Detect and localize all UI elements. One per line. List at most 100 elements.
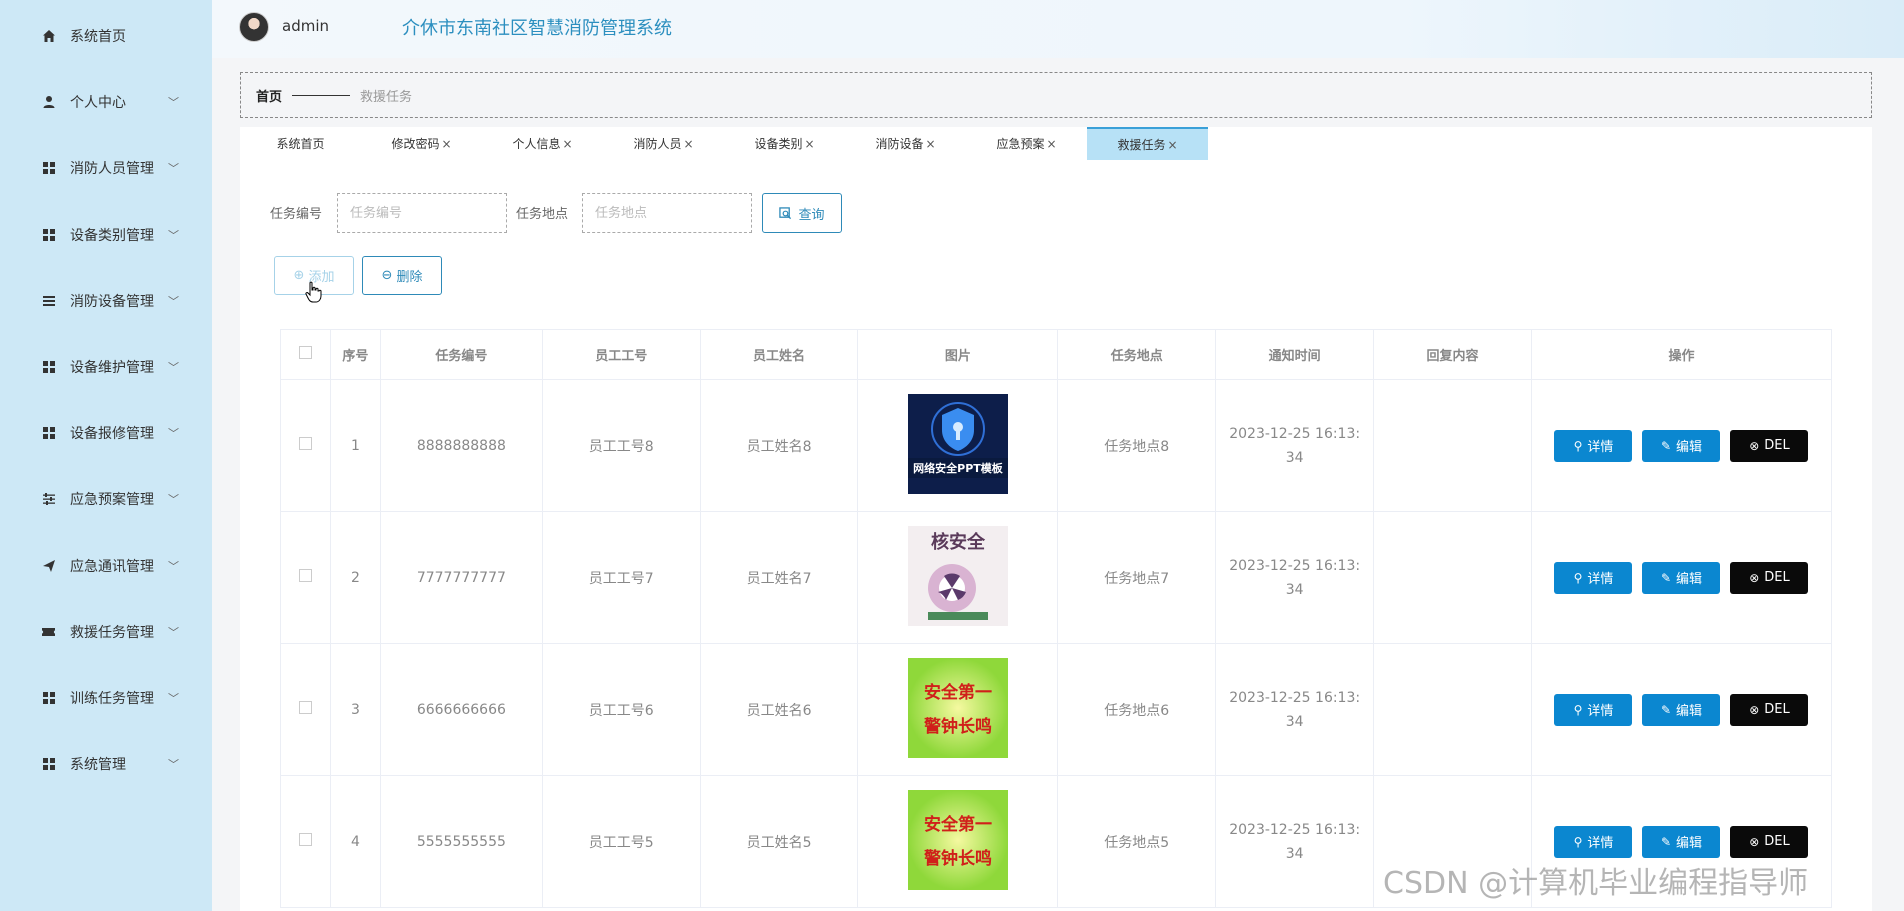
avatar[interactable]: [239, 12, 269, 42]
grid-icon: [41, 757, 56, 772]
sidebar-item-device-category[interactable]: 设备类别管理 ﹀: [0, 215, 212, 255]
search-icon: ⚲: [1573, 570, 1583, 585]
image-cell: 网络安全PPT模板: [857, 379, 1059, 512]
emp-name-cell: 员工姓名5: [699, 775, 859, 908]
tab-label: 修改密码: [391, 137, 440, 151]
tab-4[interactable]: 设备类别 ×: [724, 127, 845, 160]
sidebar-item-emergency-comm[interactable]: 应急通讯管理 ﹀: [0, 546, 212, 586]
delete-row-button[interactable]: ⊗ DEL: [1730, 429, 1809, 462]
plus-circle-icon: ⊕: [293, 268, 305, 283]
sidebar-item-emergency-plan[interactable]: 应急预案管理 ﹀: [0, 479, 212, 519]
table-row[interactable]: 1 8888888888 员工工号8 员工姓名8 网络安全PPT模板 任务地点8 2023-…: [280, 379, 1833, 512]
task-image[interactable]: 安全第一 警钟长鸣: [907, 789, 1008, 890]
detail-button-label: 详情: [1587, 572, 1614, 587]
detail-button[interactable]: ⚲ 详情: [1554, 561, 1633, 594]
grid-icon: [41, 691, 56, 706]
query-button[interactable]: 查询: [762, 193, 842, 233]
emp-no-cell: 员工工号5: [541, 775, 701, 908]
tab-1[interactable]: 修改密码 ×: [361, 127, 482, 160]
close-icon[interactable]: ×: [683, 137, 693, 151]
breadcrumb: 首页 救援任务: [240, 72, 1872, 118]
delete-button[interactable]: ⊖ 删除: [362, 256, 442, 295]
sidebar-item-label: 消防人员管理: [70, 161, 154, 178]
delete-row-button[interactable]: ⊗ DEL: [1730, 825, 1809, 858]
emp-name-cell: 员工姓名8: [699, 379, 859, 512]
close-icon[interactable]: ×: [1167, 138, 1177, 152]
delete-row-button[interactable]: ⊗ DEL: [1730, 693, 1809, 726]
task-no-input[interactable]: [337, 193, 507, 233]
tab-0[interactable]: 系统首页: [240, 127, 361, 160]
task-image[interactable]: 网络安全PPT模板: [907, 393, 1008, 494]
close-icon[interactable]: ×: [804, 137, 814, 151]
table-row[interactable]: 3 6666666666 员工工号6 员工姓名6 安全第一 警钟长鸣 任务地点6 2023-1…: [280, 643, 1833, 776]
column-header: 操作: [1530, 329, 1833, 380]
breadcrumb-home[interactable]: 首页: [256, 86, 282, 105]
task-no-cell: 8888888888: [379, 379, 543, 512]
system-title: 介休市东南社区智慧消防管理系统: [402, 18, 672, 39]
time-cell: 2023-12-25 16:13:34: [1215, 511, 1375, 644]
sidebar-item-label: 设备报修管理: [70, 426, 154, 443]
task-image[interactable]: 安全第一 警钟长鸣: [907, 657, 1008, 758]
time-cell: 2023-12-25 16:13:34: [1215, 643, 1375, 776]
row-checkbox[interactable]: [298, 833, 312, 846]
sidebar-item-fire-staff[interactable]: 消防人员管理 ﹀: [0, 148, 212, 188]
delete-row-button-label: DEL: [1764, 438, 1790, 453]
svg-text:网络安全PPT模板: 网络安全PPT模板: [913, 461, 1004, 475]
circle-x-icon: ⊗: [1749, 834, 1760, 849]
delete-row-button[interactable]: ⊗ DEL: [1730, 561, 1809, 594]
close-icon[interactable]: ×: [1046, 137, 1056, 151]
chevron-down-icon: ﹀: [168, 96, 179, 110]
detail-button[interactable]: ⚲ 详情: [1554, 825, 1633, 858]
tab-bar: 系统首页 修改密码 × 个人信息 × 消防人员 × 设备类别 × 消防设备 × 应急预案 × 救援任务 ×: [240, 127, 1208, 160]
username[interactable]: admin: [282, 17, 329, 35]
svg-text:安全第一: 安全第一: [924, 814, 992, 835]
edit-button[interactable]: ✎ 编辑: [1642, 561, 1721, 594]
detail-button[interactable]: ⚲ 详情: [1554, 429, 1633, 462]
tab-7[interactable]: 救援任务 ×: [1087, 127, 1208, 160]
chevron-down-icon: ﹀: [168, 559, 179, 573]
close-icon[interactable]: ×: [562, 137, 572, 151]
edit-button[interactable]: ✎ 编辑: [1642, 429, 1721, 462]
ticket-icon: [41, 624, 56, 639]
edit-button-label: 编辑: [1676, 572, 1703, 587]
tab-5[interactable]: 消防设备 ×: [845, 127, 966, 160]
edit-icon: ✎: [1660, 702, 1671, 717]
tab-3[interactable]: 消防人员 ×: [603, 127, 724, 160]
sidebar-item-device-maintenance[interactable]: 设备维护管理 ﹀: [0, 347, 212, 387]
table-header-row: 序号 任务编号 员工工号 员工姓名 图片 任务地点 通知时间 回复内容 操作: [280, 329, 1833, 380]
edit-icon: ✎: [1660, 438, 1671, 453]
sidebar-item-fire-device[interactable]: 消防设备管理 ﹀: [0, 281, 212, 321]
circle-x-icon: ⊗: [1749, 702, 1760, 717]
row-checkbox[interactable]: [298, 701, 312, 714]
sidebar-item-device-repair[interactable]: 设备报修管理 ﹀: [0, 413, 212, 453]
detail-button-label: 详情: [1587, 836, 1614, 851]
row-checkbox[interactable]: [298, 569, 312, 582]
location-input[interactable]: [582, 193, 752, 233]
close-icon[interactable]: ×: [441, 137, 451, 151]
task-no-cell: 5555555555: [379, 775, 543, 908]
sidebar-item-system[interactable]: 系统管理 ﹀: [0, 744, 212, 784]
home-icon: [41, 29, 56, 44]
sidebar-item-training-task[interactable]: 训练任务管理 ﹀: [0, 678, 212, 718]
sidebar-item-home[interactable]: 系统首页: [0, 16, 212, 56]
task-image[interactable]: 核安全: [907, 525, 1008, 626]
emp-no-cell: 员工工号7: [541, 511, 701, 644]
image-cell: 核安全: [857, 511, 1059, 644]
watermark: CSDN @计算机毕业编程指导师: [1383, 866, 1809, 901]
minus-circle-icon: ⊖: [381, 268, 393, 283]
tab-2[interactable]: 个人信息 ×: [482, 127, 603, 160]
tab-label: 系统首页: [276, 137, 325, 151]
close-icon[interactable]: ×: [925, 137, 935, 151]
sidebar-item-rescue-task[interactable]: 救援任务管理 ﹀: [0, 612, 212, 652]
edit-button[interactable]: ✎ 编辑: [1642, 693, 1721, 726]
select-all-checkbox[interactable]: [298, 346, 312, 359]
tab-6[interactable]: 应急预案 ×: [966, 127, 1087, 160]
sidebar-item-label: 训练任务管理: [70, 691, 154, 707]
edit-button[interactable]: ✎ 编辑: [1642, 825, 1721, 858]
detail-button[interactable]: ⚲ 详情: [1554, 693, 1633, 726]
sidebar-item-profile[interactable]: 个人中心 ﹀: [0, 82, 212, 122]
query-button-label: 查询: [798, 207, 825, 223]
column-header: 序号: [329, 329, 381, 380]
row-checkbox[interactable]: [298, 437, 312, 450]
table-row[interactable]: 2 7777777777 员工工号7 员工姓名7 核安全 任务地点7 2023-12-25 …: [280, 511, 1833, 644]
